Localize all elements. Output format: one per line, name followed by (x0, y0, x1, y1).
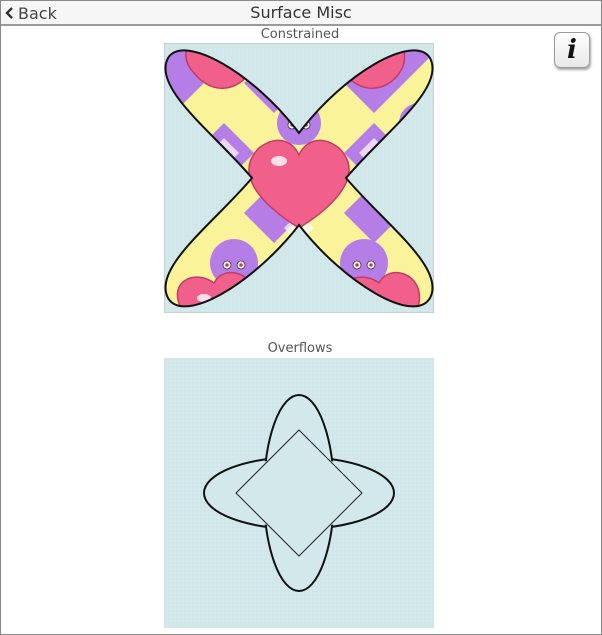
overflows-surface (164, 358, 434, 628)
info-icon: i (567, 35, 577, 65)
constrained-label: Constrained (260, 27, 340, 42)
page-title: Surface Misc (250, 3, 352, 22)
overflows-label: Overflows (267, 341, 333, 356)
info-button[interactable]: i (554, 32, 590, 68)
navigation-bar: Back Surface Misc (1, 1, 601, 26)
constrained-surface (164, 43, 434, 313)
